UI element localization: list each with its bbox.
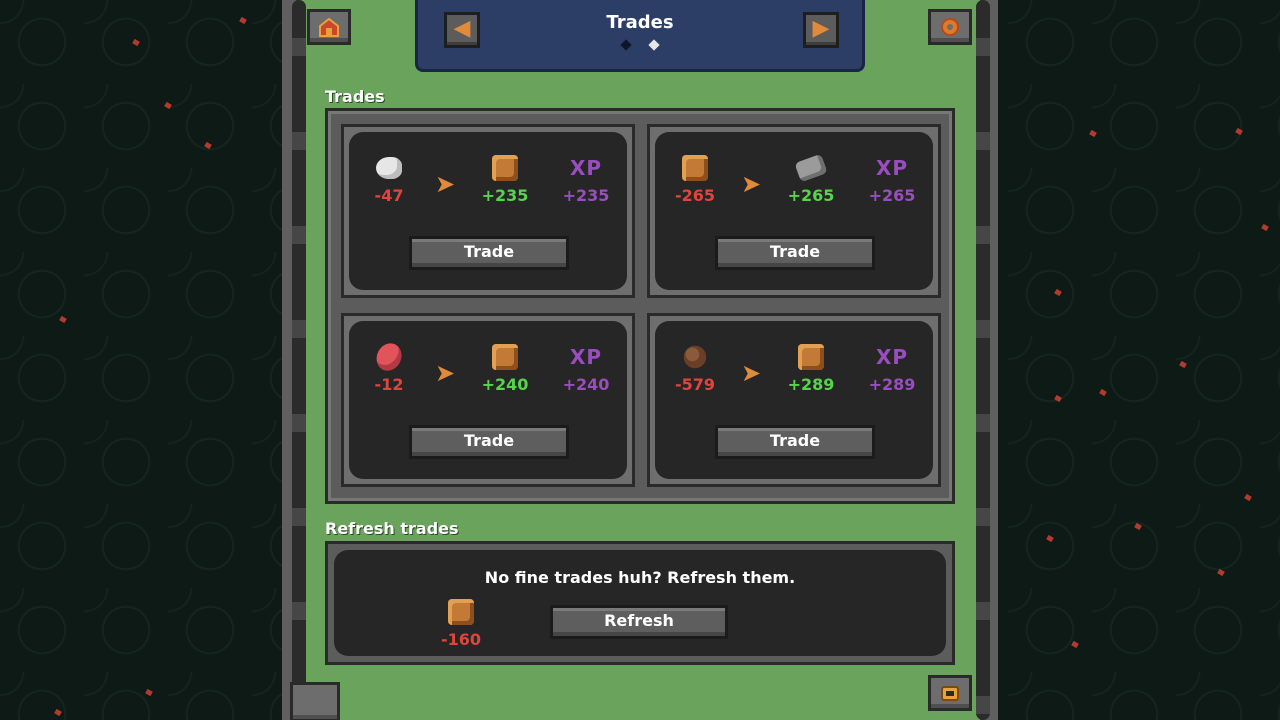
give-amount: -579 xyxy=(674,375,716,394)
stone-icon xyxy=(794,153,828,183)
refresh-cost-amount: -160 xyxy=(440,630,482,649)
stone-block xyxy=(290,682,340,720)
xp-reward: XP +289 xyxy=(862,343,922,394)
confetti-particle xyxy=(1054,394,1062,403)
left-vine xyxy=(292,0,306,720)
xp-amount: +240 xyxy=(562,375,610,394)
confetti-particle xyxy=(1089,129,1097,138)
trade-arrow-icon: ➤ xyxy=(435,170,456,198)
meat-icon xyxy=(372,339,406,375)
get-item: +289 xyxy=(781,343,841,394)
barn-button[interactable] xyxy=(307,9,351,45)
give-item: -579 xyxy=(665,343,725,394)
confetti-particle xyxy=(1179,360,1187,369)
refresh-message: No fine trades huh? Refresh them. xyxy=(484,568,796,587)
confetti-particle xyxy=(1054,288,1062,297)
xp-amount: +265 xyxy=(868,186,916,205)
get-amount: +240 xyxy=(481,375,529,394)
confetti-particle xyxy=(54,708,62,717)
get-amount: +235 xyxy=(481,186,529,205)
trade-arrow-icon: ➤ xyxy=(435,359,456,387)
trades-grid: -47 ➤ +235 XP +235 Trade -265 ➤ +265 XP … xyxy=(325,108,955,504)
give-amount: -265 xyxy=(674,186,716,205)
confetti-particle xyxy=(1134,522,1142,531)
confetti-particle xyxy=(1071,640,1079,649)
right-vine xyxy=(976,0,990,720)
get-amount: +265 xyxy=(787,186,835,205)
give-item: -265 xyxy=(665,154,725,205)
confetti-particle xyxy=(164,101,172,110)
inventory-button[interactable] xyxy=(928,675,972,711)
xp-icon: XP xyxy=(875,156,909,180)
cookie-icon xyxy=(682,155,708,181)
trade-card: -265 ➤ +265 XP +265 Trade xyxy=(647,124,941,298)
trade-card: -47 ➤ +235 XP +235 Trade xyxy=(341,124,635,298)
trade-arrow-icon: ➤ xyxy=(741,170,762,198)
chevron-right-icon: ▶ xyxy=(812,16,830,41)
confetti-particle xyxy=(145,688,153,697)
xp-amount: +235 xyxy=(562,186,610,205)
xp-reward: XP +265 xyxy=(862,154,922,205)
page-header: ◀ Trades ▶ xyxy=(415,0,865,72)
get-item: +240 xyxy=(475,343,535,394)
trade-button[interactable]: Trade xyxy=(715,236,875,270)
page-dot[interactable] xyxy=(620,39,632,51)
cookie-icon xyxy=(492,344,518,370)
confetti-particle xyxy=(59,315,67,324)
cookie-icon xyxy=(448,599,474,625)
give-amount: -12 xyxy=(374,375,404,394)
refresh-section-label: Refresh trades xyxy=(325,519,459,538)
trade-card: -579 ➤ +289 XP +289 Trade xyxy=(647,313,941,487)
settings-icon xyxy=(941,18,959,36)
trade-card: -12 ➤ +240 XP +240 Trade xyxy=(341,313,635,487)
confetti-particle xyxy=(1099,388,1107,397)
confetti-particle xyxy=(1261,223,1269,232)
trade-button[interactable]: Trade xyxy=(715,425,875,459)
page-dot-active[interactable] xyxy=(648,39,660,51)
trade-button[interactable]: Trade xyxy=(409,425,569,459)
trade-arrow-icon: ➤ xyxy=(741,359,762,387)
cookie-icon xyxy=(492,155,518,181)
page-indicator xyxy=(418,39,862,51)
give-item: -47 xyxy=(359,154,419,205)
confetti-particle xyxy=(1235,127,1243,136)
get-amount: +289 xyxy=(787,375,835,394)
page-title: Trades xyxy=(606,12,674,33)
give-amount: -47 xyxy=(374,186,404,205)
xp-icon: XP xyxy=(569,156,603,180)
settings-button[interactable] xyxy=(928,9,972,45)
xp-icon: XP xyxy=(875,345,909,369)
duck-icon xyxy=(376,157,402,179)
inventory-icon xyxy=(941,686,959,701)
xp-reward: XP +235 xyxy=(556,154,616,205)
root-icon xyxy=(682,344,708,370)
next-page-button[interactable]: ▶ xyxy=(803,12,839,48)
cookie-icon xyxy=(798,344,824,370)
trade-button[interactable]: Trade xyxy=(409,236,569,270)
confetti-particle xyxy=(1217,568,1225,577)
confetti-particle xyxy=(1244,493,1252,502)
refresh-panel: No fine trades huh? Refresh them. -160 R… xyxy=(325,541,955,665)
give-item: -12 xyxy=(359,339,419,394)
get-item: +265 xyxy=(781,153,841,205)
barn-icon xyxy=(319,17,339,37)
confetti-particle xyxy=(204,141,212,150)
refresh-cost: -160 xyxy=(431,598,491,649)
xp-reward: XP +240 xyxy=(556,343,616,394)
xp-icon: XP xyxy=(569,345,603,369)
confetti-particle xyxy=(239,16,247,25)
xp-amount: +289 xyxy=(868,375,916,394)
refresh-button[interactable]: Refresh xyxy=(550,605,728,639)
confetti-particle xyxy=(132,38,140,47)
trades-section-label: Trades xyxy=(325,87,385,106)
confetti-particle xyxy=(1046,534,1054,543)
get-item: +235 xyxy=(475,154,535,205)
